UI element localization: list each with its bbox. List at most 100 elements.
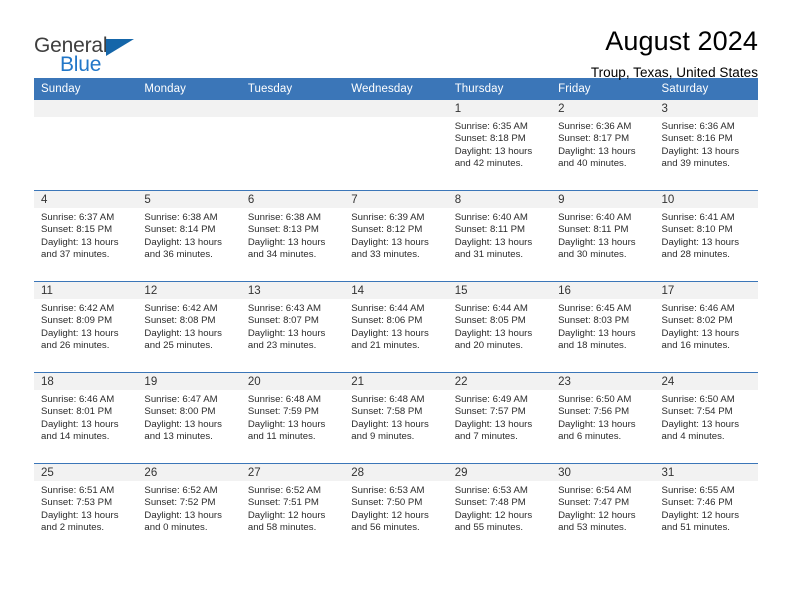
daylight-text: Daylight: 13 hours and 30 minutes. — [558, 236, 636, 261]
day-number: 7 — [344, 191, 448, 208]
daylight-text: Daylight: 13 hours and 2 minutes. — [41, 509, 119, 534]
day-details: Sunrise: 6:52 AM Sunset: 7:51 PM Daylight:… — [241, 481, 344, 535]
calendar-day-cell[interactable]: 10 Sunrise: 6:41 AM Sunset: 8:10 PM Dayligh… — [654, 190, 758, 282]
day-cell-inner: 22 Sunrise: 6:49 AM Sunset: 7:57 PM Dayligh… — [447, 373, 552, 463]
calendar-day-cell[interactable]: 12 Sunrise: 6:42 AM Sunset: 8:08 PM Dayligh… — [137, 281, 241, 373]
day-details: Sunrise: 6:50 AM Sunset: 7:54 PM Daylight:… — [655, 390, 758, 444]
day-details — [137, 117, 241, 121]
daylight-text: Daylight: 13 hours and 13 minutes. — [144, 418, 222, 443]
sunset-text: Sunset: 8:15 PM — [41, 224, 113, 236]
daylight-text: Daylight: 13 hours and 36 minutes. — [144, 236, 222, 261]
calendar-day-cell[interactable]: 5 Sunrise: 6:38 AM Sunset: 8:14 PM Daylight… — [137, 190, 241, 282]
calendar-day-cell[interactable]: 28 Sunrise: 6:53 AM Sunset: 7:50 PM Dayligh… — [344, 463, 448, 554]
sunset-text: Sunset: 8:13 PM — [247, 224, 319, 236]
daylight-text: Daylight: 13 hours and 37 minutes. — [41, 236, 119, 261]
daylight-text: Daylight: 13 hours and 34 minutes. — [247, 236, 326, 261]
day-cell-inner: 8 Sunrise: 6:40 AM Sunset: 8:11 PM Daylight… — [447, 191, 552, 281]
daylight-text: Daylight: 13 hours and 4 minutes. — [661, 418, 740, 443]
sunrise-text: Sunrise: 6:50 AM — [661, 394, 735, 405]
calendar-day-cell[interactable]: 8 Sunrise: 6:40 AM Sunset: 8:11 PM Daylight… — [447, 190, 552, 282]
calendar-week-row: 18 Sunrise: 6:46 AM Sunset: 8:01 PM Dayligh… — [34, 372, 758, 464]
calendar-day-cell[interactable]: 20 Sunrise: 6:48 AM Sunset: 7:59 PM Dayligh… — [240, 372, 345, 464]
day-details: Sunrise: 6:49 AM Sunset: 7:57 PM Daylight:… — [448, 390, 551, 444]
calendar-day-cell[interactable]: 17 Sunrise: 6:46 AM Sunset: 8:02 PM Dayligh… — [654, 281, 758, 373]
sunset-text: Sunset: 7:59 PM — [247, 406, 319, 418]
day-cell-inner: 21 Sunrise: 6:48 AM Sunset: 7:58 PM Dayligh… — [344, 373, 448, 463]
day-details: Sunrise: 6:38 AM Sunset: 8:14 PM Daylight:… — [137, 208, 240, 262]
sunset-text: Sunset: 8:17 PM — [558, 133, 630, 145]
day-number: 30 — [551, 464, 655, 481]
calendar-day-cell[interactable]: 7 Sunrise: 6:39 AM Sunset: 8:12 PM Daylight… — [344, 190, 448, 282]
day-cell-inner: 1 Sunrise: 6:35 AM Sunset: 8:18 PM Daylight… — [447, 100, 552, 190]
day-number: 25 — [34, 464, 138, 481]
sunrise-text: Sunrise: 6:53 AM — [351, 485, 425, 496]
calendar-day-cell[interactable]: 3 Sunrise: 6:36 AM Sunset: 8:16 PM Daylight… — [654, 100, 758, 191]
calendar-day-cell[interactable]: 23 Sunrise: 6:50 AM Sunset: 7:56 PM Dayligh… — [551, 372, 655, 464]
general-blue-logo[interactable]: General Blue — [34, 26, 154, 76]
sunset-text: Sunset: 7:50 PM — [351, 497, 423, 509]
day-number: 23 — [551, 373, 655, 390]
logo-text-blue: Blue — [60, 53, 102, 76]
calendar-day-cell[interactable]: 6 Sunrise: 6:38 AM Sunset: 8:13 PM Daylight… — [240, 190, 345, 282]
sunrise-text: Sunrise: 6:38 AM — [247, 212, 322, 223]
day-cell-inner: 14 Sunrise: 6:44 AM Sunset: 8:06 PM Dayligh… — [344, 282, 448, 372]
calendar-day-cell[interactable]: 26 Sunrise: 6:52 AM Sunset: 7:52 PM Dayligh… — [137, 463, 241, 554]
day-cell-inner: 6 Sunrise: 6:38 AM Sunset: 8:13 PM Daylight… — [240, 191, 345, 281]
day-cell-inner: 3 Sunrise: 6:36 AM Sunset: 8:16 PM Daylight… — [654, 100, 758, 190]
calendar-week-row: 25 Sunrise: 6:51 AM Sunset: 7:53 PM Dayligh… — [34, 463, 758, 554]
day-details: Sunrise: 6:48 AM Sunset: 7:59 PM Daylight:… — [241, 390, 344, 444]
day-details: Sunrise: 6:54 AM Sunset: 7:47 PM Daylight:… — [551, 481, 654, 535]
day-cell-inner: 23 Sunrise: 6:50 AM Sunset: 7:56 PM Dayligh… — [551, 373, 655, 463]
calendar-day-cell[interactable]: 27 Sunrise: 6:52 AM Sunset: 7:51 PM Dayligh… — [240, 463, 345, 554]
day-number: 16 — [551, 282, 655, 299]
calendar-day-cell[interactable]: 19 Sunrise: 6:47 AM Sunset: 8:00 PM Dayligh… — [137, 372, 241, 464]
day-cell-inner: 11 Sunrise: 6:42 AM Sunset: 8:09 PM Dayligh… — [34, 282, 138, 372]
day-number — [137, 100, 241, 117]
calendar-day-cell[interactable]: 2 Sunrise: 6:36 AM Sunset: 8:17 PM Daylight… — [551, 100, 655, 191]
sunrise-text: Sunrise: 6:44 AM — [454, 303, 528, 314]
day-cell-inner: 27 Sunrise: 6:52 AM Sunset: 7:51 PM Dayligh… — [240, 464, 345, 554]
page-subtitle: Troup, Texas, United States — [590, 65, 758, 81]
daylight-text: Daylight: 12 hours and 55 minutes. — [454, 509, 533, 534]
calendar-day-cell[interactable]: 22 Sunrise: 6:49 AM Sunset: 7:57 PM Dayligh… — [447, 372, 552, 464]
day-cell-inner: 18 Sunrise: 6:46 AM Sunset: 8:01 PM Dayligh… — [34, 373, 138, 463]
calendar-cell-empty — [240, 100, 345, 191]
calendar-day-cell[interactable]: 4 Sunrise: 6:37 AM Sunset: 8:15 PM Daylight… — [34, 190, 138, 282]
day-details: Sunrise: 6:35 AM Sunset: 8:18 PM Daylight:… — [448, 117, 551, 171]
calendar-day-cell[interactable]: 25 Sunrise: 6:51 AM Sunset: 7:53 PM Dayligh… — [34, 463, 138, 554]
sunset-text: Sunset: 8:10 PM — [661, 224, 733, 236]
sunrise-text: Sunrise: 6:43 AM — [247, 303, 322, 314]
day-cell-inner: 31 Sunrise: 6:55 AM Sunset: 7:46 PM Dayligh… — [654, 464, 758, 554]
calendar-day-cell[interactable]: 31 Sunrise: 6:55 AM Sunset: 7:46 PM Dayligh… — [654, 463, 758, 554]
calendar-day-cell[interactable]: 9 Sunrise: 6:40 AM Sunset: 8:11 PM Daylight… — [551, 190, 655, 282]
calendar-day-cell[interactable]: 14 Sunrise: 6:44 AM Sunset: 8:06 PM Dayligh… — [344, 281, 448, 373]
sunrise-text: Sunrise: 6:37 AM — [41, 212, 115, 223]
day-details — [34, 117, 138, 121]
calendar-day-cell[interactable]: 24 Sunrise: 6:50 AM Sunset: 7:54 PM Dayligh… — [654, 372, 758, 464]
sunrise-sunset-calendar-table: Sunday Monday Tuesday Wednesday Thursday Frid… — [34, 78, 758, 554]
calendar-day-cell[interactable]: 15 Sunrise: 6:44 AM Sunset: 8:05 PM Dayligh… — [447, 281, 552, 373]
sunset-text: Sunset: 7:51 PM — [247, 497, 319, 509]
calendar-day-cell[interactable]: 30 Sunrise: 6:54 AM Sunset: 7:47 PM Dayligh… — [551, 463, 655, 554]
sunrise-text: Sunrise: 6:45 AM — [558, 303, 632, 314]
calendar-day-cell[interactable]: 16 Sunrise: 6:45 AM Sunset: 8:03 PM Dayligh… — [551, 281, 655, 373]
calendar-day-cell[interactable]: 13 Sunrise: 6:43 AM Sunset: 8:07 PM Dayligh… — [240, 281, 345, 373]
daylight-text: Daylight: 13 hours and 23 minutes. — [247, 327, 326, 352]
day-details: Sunrise: 6:47 AM Sunset: 8:00 PM Daylight:… — [137, 390, 240, 444]
daylight-text: Daylight: 13 hours and 6 minutes. — [558, 418, 636, 443]
sunrise-text: Sunrise: 6:40 AM — [454, 212, 528, 223]
sunrise-text: Sunrise: 6:41 AM — [661, 212, 735, 223]
sunrise-text: Sunrise: 6:36 AM — [558, 121, 632, 132]
calendar-day-cell[interactable]: 29 Sunrise: 6:53 AM Sunset: 7:48 PM Dayligh… — [447, 463, 552, 554]
calendar-day-cell[interactable]: 11 Sunrise: 6:42 AM Sunset: 8:09 PM Dayligh… — [34, 281, 138, 373]
day-cell-inner: 29 Sunrise: 6:53 AM Sunset: 7:48 PM Dayligh… — [447, 464, 552, 554]
weekday-header-friday: Friday — [551, 78, 655, 100]
calendar-day-cell[interactable]: 18 Sunrise: 6:46 AM Sunset: 8:01 PM Dayligh… — [34, 372, 138, 464]
day-number: 10 — [654, 191, 758, 208]
day-cell-inner: 9 Sunrise: 6:40 AM Sunset: 8:11 PM Daylight… — [551, 191, 655, 281]
calendar-day-cell[interactable]: 21 Sunrise: 6:48 AM Sunset: 7:58 PM Dayligh… — [344, 372, 448, 464]
day-cell-inner — [34, 100, 138, 190]
daylight-text: Daylight: 13 hours and 25 minutes. — [144, 327, 222, 352]
day-details: Sunrise: 6:53 AM Sunset: 7:50 PM Daylight:… — [344, 481, 447, 535]
calendar-day-cell[interactable]: 1 Sunrise: 6:35 AM Sunset: 8:18 PM Daylight… — [447, 100, 552, 191]
